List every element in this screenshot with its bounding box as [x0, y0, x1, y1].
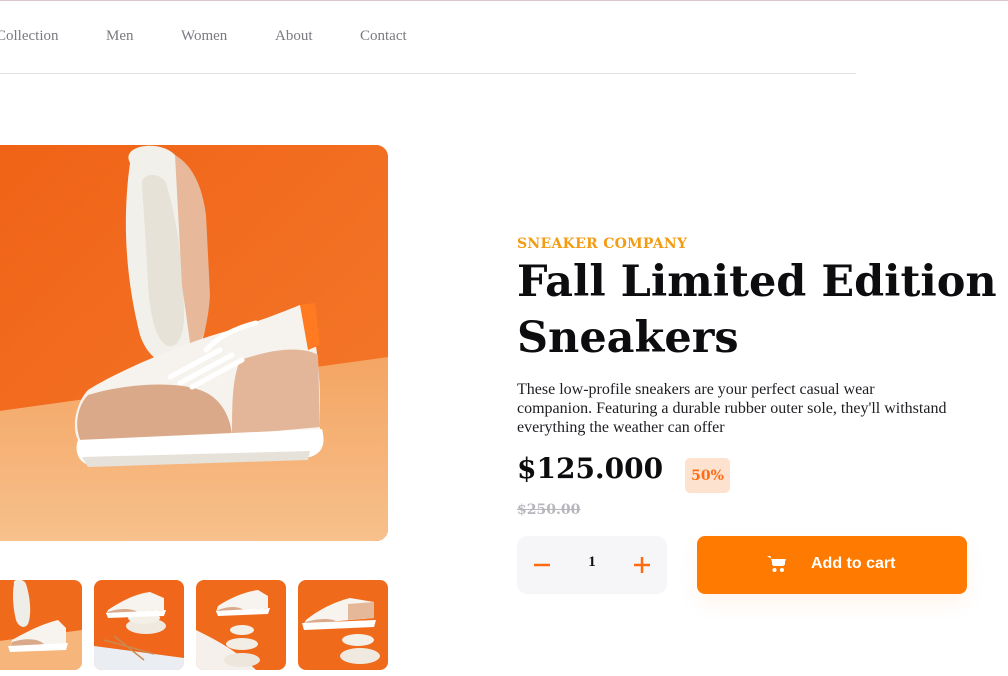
nav-item-women[interactable]: Women	[181, 28, 227, 45]
brand-name: SNEAKER COMPANY	[517, 236, 688, 252]
product-title: Fall Limited Edition Sneakers	[517, 257, 997, 363]
quantity-stepper: 1	[517, 536, 667, 594]
product-main-image[interactable]	[0, 145, 388, 541]
top-border	[0, 0, 1008, 1]
thumbnail-image	[0, 580, 82, 670]
thumbnail-image	[196, 580, 286, 670]
plus-icon[interactable]	[627, 550, 657, 580]
sneaker-illustration	[0, 145, 388, 541]
current-price: $125.000	[517, 452, 664, 485]
thumbnail-3[interactable]	[196, 580, 286, 670]
nav-divider	[0, 73, 856, 74]
thumbnail-image	[94, 580, 184, 670]
product-description: These low-profile sneakers are your perf…	[517, 381, 947, 436]
thumbnail-4[interactable]	[298, 580, 388, 670]
original-price: $250.00	[517, 502, 581, 518]
cart-icon	[767, 555, 787, 573]
nav-item-about[interactable]: About	[275, 28, 313, 45]
add-to-cart-button[interactable]: Add to cart	[697, 536, 967, 594]
minus-icon[interactable]	[527, 550, 557, 580]
nav-item-contact[interactable]: Contact	[360, 28, 407, 45]
nav-item-men[interactable]: Men	[106, 28, 134, 45]
thumbnail-image	[298, 580, 388, 670]
discount-badge: 50%	[685, 458, 730, 493]
add-to-cart-label: Add to cart	[811, 555, 896, 572]
quantity-value: 1	[588, 554, 596, 570]
thumbnail-2[interactable]	[94, 580, 184, 670]
thumbnail-1[interactable]	[0, 580, 82, 670]
nav-item-collection[interactable]: Collection	[0, 28, 59, 45]
